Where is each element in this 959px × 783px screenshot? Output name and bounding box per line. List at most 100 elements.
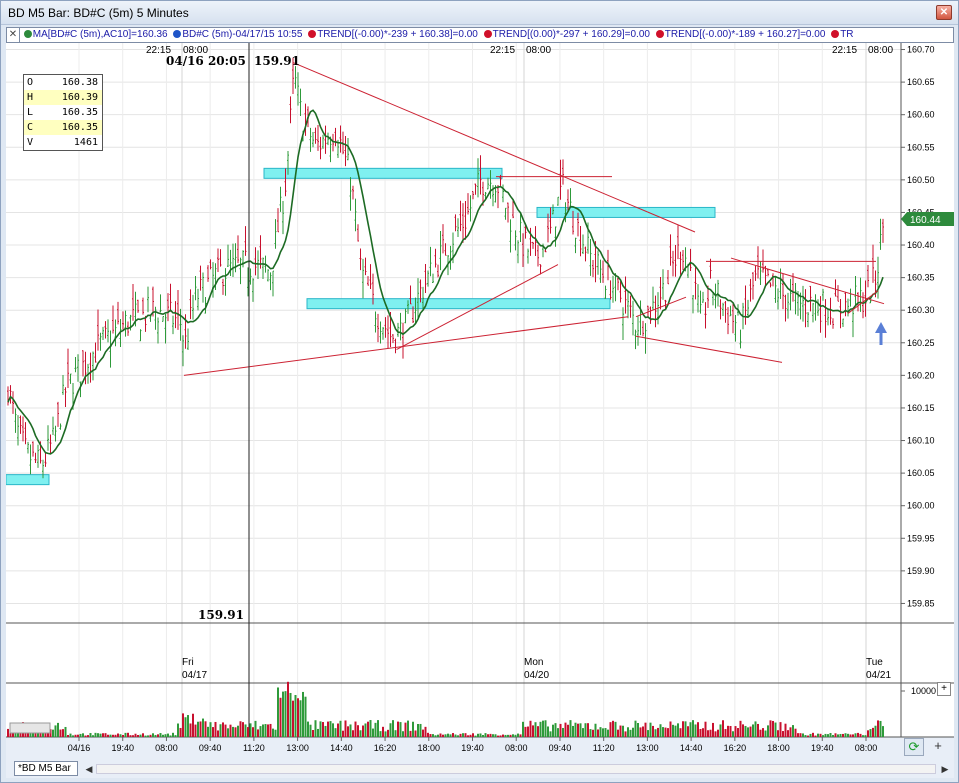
volume-bar bbox=[307, 721, 309, 737]
volume-bar bbox=[632, 727, 634, 737]
volume-bar bbox=[127, 732, 129, 737]
volume-bar bbox=[502, 734, 504, 737]
legend-dot-icon bbox=[173, 30, 182, 38]
legend-item-label: TREND[(-0.00)*-189 + 160.27]=0.00 bbox=[664, 29, 826, 40]
title-bar[interactable]: BD M5 Bar: BD#C (5m) 5 Minutes ✕ bbox=[1, 1, 958, 25]
volume-bar bbox=[269, 723, 272, 737]
volume-bar bbox=[652, 725, 654, 737]
volume-bar bbox=[344, 720, 347, 737]
volume-bar bbox=[164, 734, 167, 737]
volume-bar bbox=[489, 733, 492, 737]
volume-bar bbox=[57, 722, 59, 737]
volume-bar bbox=[549, 731, 552, 737]
volume-bar bbox=[332, 723, 334, 737]
volume-bar bbox=[117, 733, 119, 737]
volume-bar bbox=[669, 721, 672, 737]
time-tick-label: 08:00 bbox=[155, 743, 178, 753]
volume-bar bbox=[419, 723, 422, 737]
zoom-in-button[interactable]: + bbox=[930, 738, 946, 756]
volume-bar bbox=[457, 735, 459, 737]
time-tick-label: 14:40 bbox=[680, 743, 703, 753]
volume-bar bbox=[459, 733, 462, 737]
volume-bar bbox=[749, 726, 752, 737]
reload-icon[interactable]: ⟳ bbox=[904, 738, 924, 756]
volume-bar bbox=[439, 733, 442, 737]
volume-bar bbox=[519, 734, 522, 737]
volume-bar bbox=[279, 697, 282, 737]
scroll-right-icon[interactable]: ▶ bbox=[938, 762, 952, 776]
volume-bar bbox=[122, 734, 124, 737]
volume-bar bbox=[417, 723, 419, 737]
volume-bar bbox=[77, 734, 79, 737]
legend-item-trend-4[interactable]: TR bbox=[830, 28, 855, 42]
volume-bar bbox=[407, 720, 409, 737]
time-tick-label: 11:20 bbox=[243, 743, 265, 753]
volume-bar bbox=[194, 724, 197, 737]
legend-item-trend-3[interactable]: TREND[(-0.00)*-189 + 160.27]=0.00 bbox=[655, 28, 828, 42]
volume-bar bbox=[299, 700, 302, 737]
horizontal-scrollbar[interactable] bbox=[96, 764, 936, 774]
volume-bar bbox=[399, 722, 402, 737]
volume-bar bbox=[619, 725, 622, 737]
legend-item-label: TR bbox=[840, 29, 854, 40]
volume-bar bbox=[347, 726, 349, 737]
volume-bar bbox=[267, 724, 269, 737]
volume-bar bbox=[654, 729, 657, 737]
volume-bar bbox=[532, 725, 534, 737]
sheet-tab[interactable]: *BD M5 Bar bbox=[14, 761, 78, 776]
volume-bar bbox=[239, 721, 242, 737]
volume-bar bbox=[789, 727, 792, 737]
volume-bar bbox=[792, 725, 794, 737]
legend-item-ma[interactable]: MA[BD#C (5m),AC10]=160.36 bbox=[23, 28, 170, 42]
volume-bar bbox=[67, 735, 69, 737]
scroll-left-icon[interactable]: ◀ bbox=[82, 762, 96, 776]
time-tick-label: 13:00 bbox=[286, 743, 309, 753]
legend-close-icon[interactable]: ✕ bbox=[7, 28, 20, 42]
volume-bar bbox=[644, 722, 647, 737]
time-tick-label: 19:40 bbox=[811, 743, 834, 753]
volume-bar bbox=[564, 722, 567, 737]
volume-bar bbox=[627, 727, 629, 737]
volume-bar bbox=[867, 730, 869, 737]
window-title: BD M5 Bar: BD#C (5m) 5 Minutes bbox=[8, 6, 189, 20]
price-tick-label: 160.25 bbox=[907, 338, 935, 348]
legend-item-trend-1[interactable]: TREND[(-0.00)*-239 + 160.38]=0.00 bbox=[307, 28, 480, 42]
price-tick-label: 160.55 bbox=[907, 142, 935, 152]
volume-bar bbox=[284, 691, 287, 737]
volume-bar bbox=[762, 728, 764, 737]
volume-bar bbox=[174, 735, 177, 737]
volume-bar bbox=[862, 735, 864, 737]
volume-bar bbox=[484, 733, 487, 737]
volume-bar bbox=[294, 694, 297, 737]
indicator-legend: ✕ MA[BD#C (5m),AC10]=160.36 BD#C (5m)-04… bbox=[6, 27, 954, 43]
legend-item-trend-2[interactable]: TREND[(0.00)*-297 + 160.29]=0.00 bbox=[483, 28, 652, 42]
date-label: 04/20 bbox=[524, 670, 549, 681]
volume-bar bbox=[759, 729, 762, 737]
support-resistance-zone bbox=[306, 298, 611, 310]
volume-bar bbox=[59, 729, 62, 737]
volume-bar bbox=[324, 725, 327, 737]
volume-bar bbox=[764, 730, 767, 737]
volume-bar bbox=[637, 722, 639, 737]
volume-bar bbox=[597, 729, 599, 737]
volume-bar bbox=[274, 729, 277, 737]
volume-bar bbox=[664, 727, 667, 737]
legend-dot-icon bbox=[655, 30, 664, 38]
legend-item-symbol[interactable]: BD#C (5m)-04/17/15 10:55 bbox=[172, 28, 304, 42]
close-icon[interactable]: ✕ bbox=[936, 5, 952, 20]
volume-bar bbox=[707, 730, 709, 737]
volume-bar bbox=[772, 720, 774, 737]
volume-bar bbox=[829, 733, 832, 737]
date-panel-bg bbox=[6, 623, 901, 683]
volume-zoom-button[interactable]: + bbox=[937, 682, 951, 696]
volume-bar bbox=[247, 727, 249, 737]
volume-bar bbox=[289, 692, 292, 737]
volume-bar bbox=[699, 728, 702, 737]
price-chart[interactable]: 160.70160.65160.60160.55160.50160.45160.… bbox=[6, 43, 954, 760]
support-resistance-zone bbox=[536, 206, 716, 218]
volume-bar bbox=[89, 733, 92, 737]
volume-bar bbox=[594, 723, 597, 737]
time-tick-label: 19:40 bbox=[111, 743, 134, 753]
date-label: 04/21 bbox=[866, 670, 891, 681]
day-label: Tue bbox=[866, 657, 883, 668]
